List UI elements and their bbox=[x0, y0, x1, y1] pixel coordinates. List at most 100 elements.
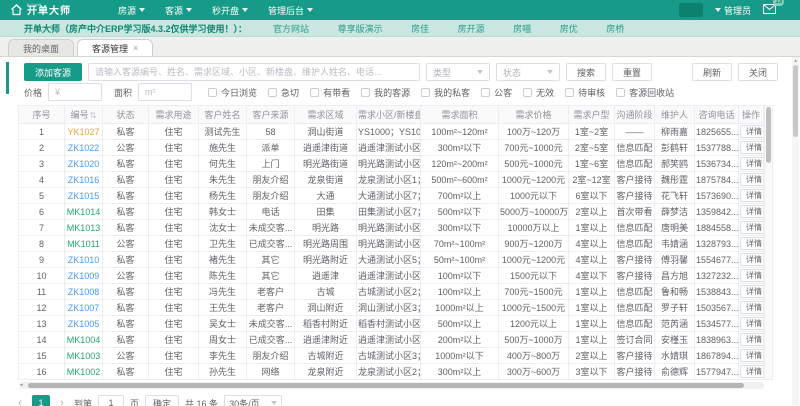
tab[interactable]: 我的桌面 bbox=[8, 39, 75, 56]
user-menu[interactable]: 管理员 bbox=[714, 4, 751, 17]
tab[interactable]: 客源管理 × bbox=[77, 39, 154, 56]
column-header[interactable]: 需求区域 bbox=[294, 105, 357, 124]
notice-link[interactable]: 房优 bbox=[560, 24, 578, 34]
detail-button[interactable]: 详情 bbox=[740, 317, 763, 330]
customer-code-link[interactable]: MK1013 bbox=[67, 223, 101, 233]
notice-link[interactable]: 房开源 bbox=[458, 24, 485, 34]
search-button[interactable]: 搜索 bbox=[566, 63, 607, 81]
detail-button[interactable]: 详情 bbox=[740, 221, 763, 234]
scroll-left-arrow[interactable]: ◂ bbox=[20, 383, 23, 388]
nav-menu-item[interactable]: 客源 bbox=[165, 4, 193, 17]
scrollbar-thumb[interactable] bbox=[793, 65, 798, 137]
column-header[interactable]: 需求户型 bbox=[568, 105, 615, 124]
customer-code-link[interactable]: ZK1020 bbox=[68, 159, 100, 169]
customer-code-link[interactable]: ZK1007 bbox=[68, 303, 100, 313]
column-header[interactable]: 客户来源 bbox=[246, 105, 295, 124]
column-header[interactable]: 状态 bbox=[102, 105, 149, 124]
table-row[interactable]: 14 MK1004 私客 住宅 周女士 已成交客... 逍遥津附近 逍遥津测试小… bbox=[18, 331, 764, 348]
goto-page-input[interactable] bbox=[98, 395, 125, 406]
search-input[interactable] bbox=[88, 63, 421, 81]
filter-checkbox[interactable]: 客源回收站 bbox=[616, 86, 674, 99]
messages-button[interactable]: 13 bbox=[763, 0, 784, 16]
area-input[interactable] bbox=[138, 83, 193, 101]
detail-button[interactable]: 详情 bbox=[740, 125, 763, 138]
detail-button[interactable]: 详情 bbox=[740, 301, 763, 314]
filter-checkbox[interactable]: 公客 bbox=[481, 86, 512, 99]
detail-button[interactable]: 详情 bbox=[740, 205, 763, 218]
customer-code-link[interactable]: MK1003 bbox=[67, 351, 101, 361]
filter-checkbox[interactable]: 我的私客 bbox=[421, 86, 470, 99]
filter-checkbox[interactable]: 今日浏览 bbox=[208, 86, 257, 99]
scroll-up-arrow[interactable]: ▴ bbox=[792, 58, 799, 64]
next-page-button[interactable]: › bbox=[56, 397, 68, 406]
column-header[interactable]: 咨询电话 bbox=[694, 105, 739, 124]
price-input[interactable] bbox=[48, 83, 103, 101]
reset-button[interactable]: 重置 bbox=[612, 63, 653, 81]
column-header[interactable]: 需求面积 bbox=[420, 105, 499, 124]
type-select[interactable]: 类型 bbox=[426, 63, 491, 81]
table-row[interactable]: 7 MK1013 私客 住宅 沈女士 未成交客... 明光路 明光路测试小区6；… bbox=[18, 219, 764, 236]
table-row[interactable]: 13 ZK1005 私客 住宅 吴女士 未成交客... 稻香村附近 稻香村测试小… bbox=[18, 315, 764, 332]
detail-button[interactable]: 详情 bbox=[740, 253, 763, 266]
notice-link[interactable]: 尊享版演示 bbox=[338, 24, 383, 34]
customer-code-link[interactable]: ZK1015 bbox=[68, 191, 100, 201]
customer-code-link[interactable]: ZK1005 bbox=[68, 319, 100, 329]
close-panel-button[interactable]: 关闭 bbox=[737, 63, 778, 81]
add-customer-button[interactable]: 添加客源 bbox=[24, 63, 83, 81]
customer-code-link[interactable]: MK1002 bbox=[67, 367, 101, 377]
page-number-button[interactable]: 1 bbox=[32, 395, 50, 406]
column-header[interactable]: 序号 bbox=[18, 105, 65, 124]
nav-menu-item[interactable]: 秒开盘 bbox=[212, 4, 249, 17]
scrollbar-thumb[interactable] bbox=[766, 107, 771, 163]
notice-link[interactable]: 房桥 bbox=[606, 24, 624, 34]
nav-menu-item[interactable]: 管理后台 bbox=[268, 4, 314, 17]
page-vertical-scrollbar[interactable]: ▴ bbox=[792, 57, 799, 405]
notice-link[interactable]: 官方网站 bbox=[273, 24, 309, 34]
filter-checkbox[interactable]: 待审核 bbox=[565, 86, 605, 99]
table-row[interactable]: 11 ZK1008 私客 住宅 冯先生 老客户 古城 古城测试小区2； 100m… bbox=[18, 283, 764, 300]
detail-button[interactable]: 详情 bbox=[740, 189, 763, 202]
customer-code-link[interactable]: MK1011 bbox=[67, 239, 100, 249]
table-horizontal-scrollbar[interactable]: ◂ bbox=[19, 382, 764, 389]
prev-page-button[interactable]: ‹ bbox=[14, 397, 26, 406]
filter-checkbox[interactable]: 有带看 bbox=[310, 86, 350, 99]
status-select[interactable]: 状态 bbox=[496, 63, 561, 81]
column-header[interactable]: 沟通阶段 bbox=[614, 105, 655, 124]
table-row[interactable]: 4 ZK1016 私客 住宅 朱先生 朋友介绍 龙泉街道 龙泉测试小区1； 50… bbox=[18, 171, 764, 188]
table-row[interactable]: 1 YK1027 私客 住宅 测试先生 58 洞山街道 YS1000；YS100… bbox=[18, 123, 764, 140]
detail-button[interactable]: 详情 bbox=[740, 141, 763, 154]
detail-button[interactable]: 详情 bbox=[740, 285, 763, 298]
detail-button[interactable]: 详情 bbox=[740, 173, 763, 186]
table-row[interactable]: 3 ZK1020 私客 住宅 何先生 上门 明光路街道 明光路测试小区7； 12… bbox=[18, 155, 764, 172]
table-row[interactable]: 5 ZK1015 私客 住宅 杨先生 朋友介绍 大通 大通测试小区7； 700m… bbox=[18, 187, 764, 204]
app-logo[interactable]: KCmW 开单大师 bbox=[10, 3, 102, 17]
column-header[interactable]: 维护人 bbox=[654, 105, 695, 124]
detail-button[interactable]: 详情 bbox=[740, 333, 763, 346]
table-row[interactable]: 9 ZK1010 私客 住宅 褚先生 其它 明光路附近 大通测试小区5； 50m… bbox=[18, 251, 764, 268]
column-header[interactable]: 编号⇅ bbox=[64, 105, 103, 124]
notice-link[interactable]: 房佳 bbox=[411, 24, 429, 34]
customer-code-link[interactable]: ZK1010 bbox=[68, 255, 100, 265]
close-icon[interactable]: × bbox=[133, 43, 138, 53]
detail-button[interactable]: 详情 bbox=[740, 269, 763, 282]
scrollbar-thumb[interactable] bbox=[28, 383, 744, 388]
customer-code-link[interactable]: MK1004 bbox=[67, 335, 101, 345]
table-row[interactable]: 10 ZK1009 公客 住宅 陈先生 其它 逍遥津 逍遥津测试小区6； 100… bbox=[18, 267, 764, 284]
goto-confirm-button[interactable]: 确定 bbox=[145, 395, 180, 406]
customer-code-link[interactable]: ZK1022 bbox=[68, 143, 100, 153]
customer-code-link[interactable]: ZK1016 bbox=[68, 175, 100, 185]
detail-button[interactable]: 详情 bbox=[740, 349, 763, 362]
sort-icon[interactable]: ⇅ bbox=[90, 111, 97, 120]
customer-code-link[interactable]: MK1014 bbox=[67, 207, 101, 217]
column-header[interactable]: 需求价格 bbox=[498, 105, 569, 124]
detail-button[interactable]: 详情 bbox=[740, 237, 763, 250]
customer-code-link[interactable]: ZK1009 bbox=[68, 271, 100, 281]
column-header[interactable]: 客户姓名 bbox=[198, 105, 247, 124]
page-size-select[interactable]: 30条/页 bbox=[224, 395, 283, 406]
customer-code-link[interactable]: ZK1008 bbox=[68, 287, 100, 297]
filter-checkbox[interactable]: 无效 bbox=[523, 86, 554, 99]
table-row[interactable]: 6 MK1014 私客 住宅 韩女士 电话 田集 田集测试小区7； 500m²以… bbox=[18, 203, 764, 220]
refresh-button[interactable]: 刷新 bbox=[691, 63, 732, 81]
detail-button[interactable]: 详情 bbox=[740, 157, 763, 170]
customer-code-link[interactable]: YK1027 bbox=[67, 127, 99, 137]
